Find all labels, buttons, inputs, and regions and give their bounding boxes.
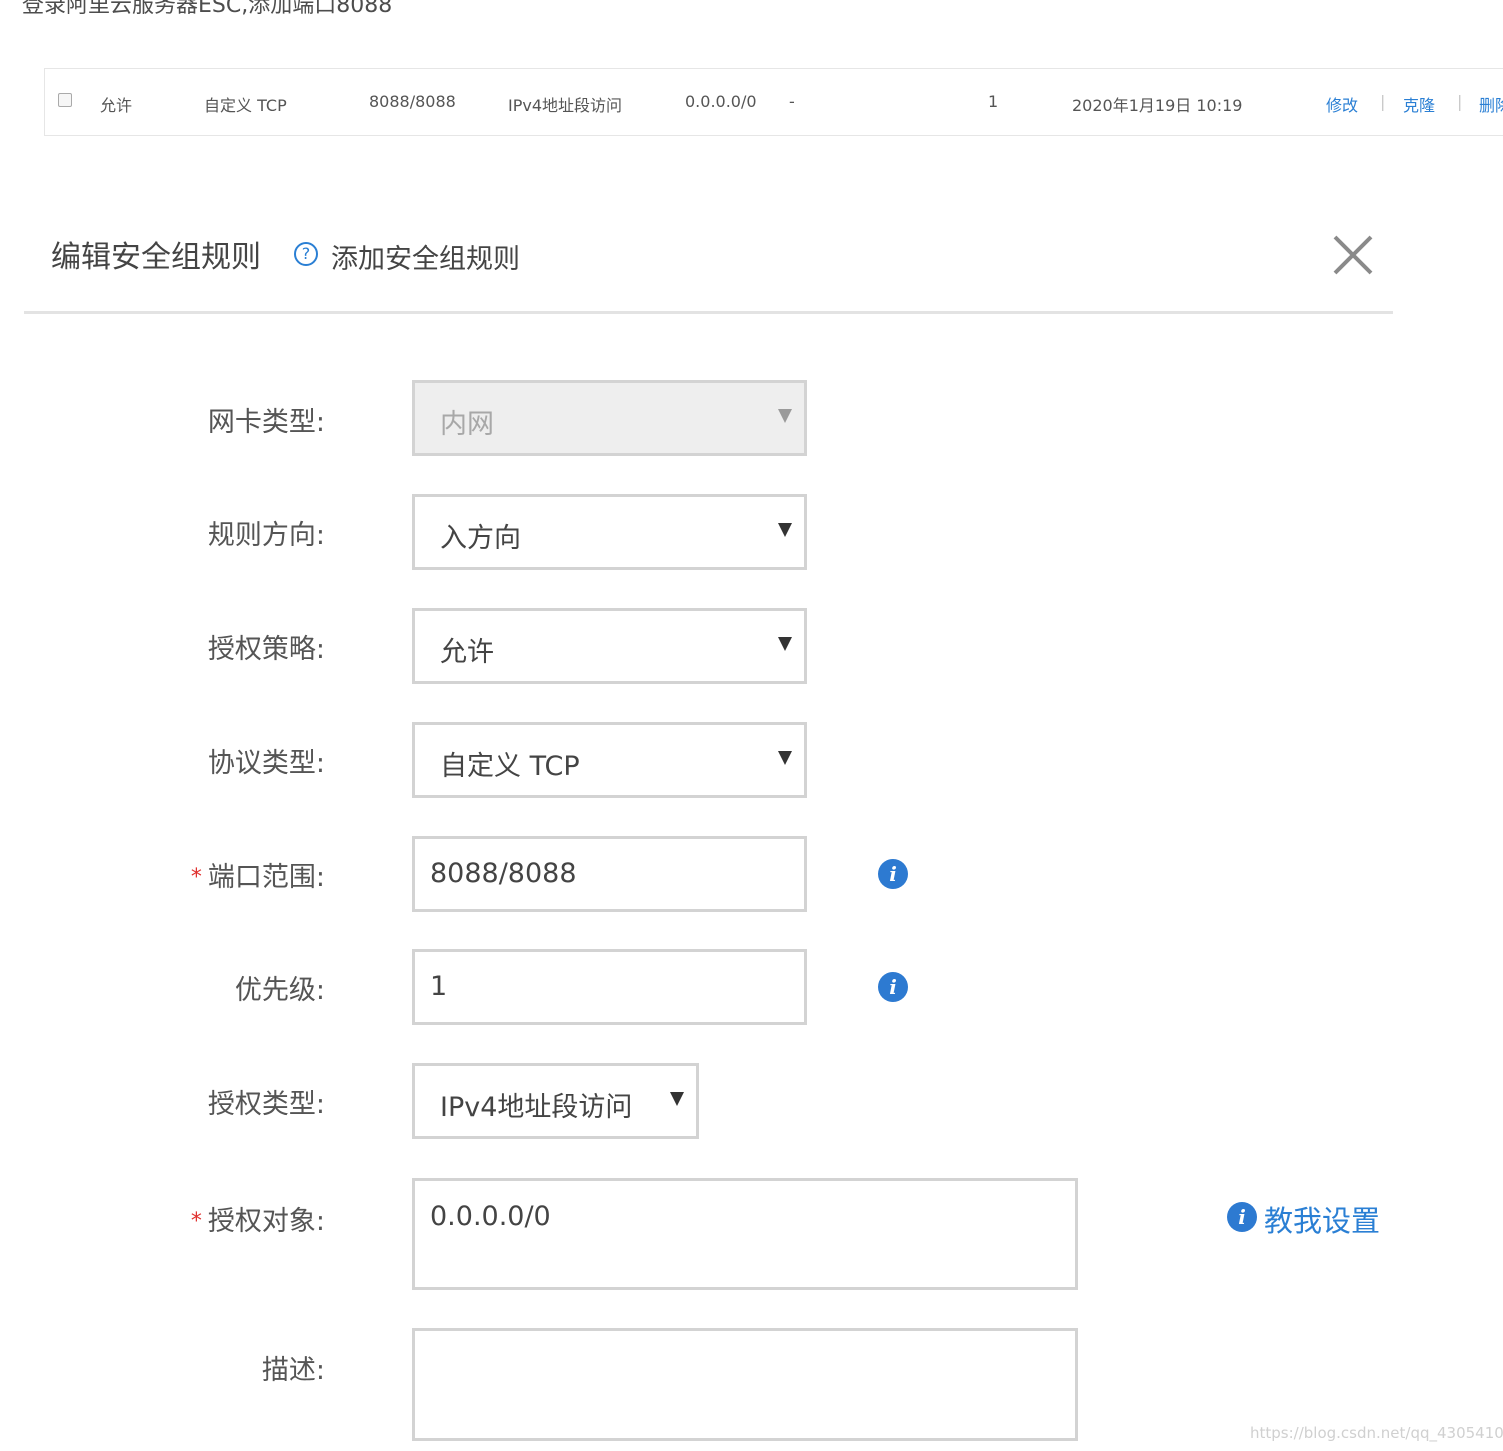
dialog-title: 编辑安全组规则	[51, 240, 261, 275]
table-row: 允许 自定义 TCP 8088/8088 IPv4地址段访问 0.0.0.0/0…	[44, 68, 1503, 136]
port-range-label-text: 端口范围:	[207, 862, 325, 893]
chevron-down-icon	[778, 523, 792, 537]
action-separator: |	[1457, 92, 1463, 111]
description-label: 描述:	[261, 1355, 325, 1386]
auth-type-label: 授权类型:	[207, 1089, 325, 1120]
page-caption: 登录阿里云服务器ESC,添加端口8088	[22, 0, 393, 18]
priority-label: 优先级:	[234, 975, 325, 1006]
direction-label: 规则方向:	[207, 520, 325, 551]
port-range-label: * 端口范围:	[145, 855, 325, 894]
port-range-input[interactable]: 8088/8088	[412, 836, 807, 912]
page: 登录阿里云服务器ESC,添加端口8088 允许 自定义 TCP 8088/808…	[0, 0, 1503, 1451]
auth-object-label: * 授权对象:	[145, 1199, 325, 1238]
auth-object-textarea[interactable]: 0.0.0.0/0	[412, 1178, 1078, 1290]
cell-auth-type: IPv4地址段访问	[508, 96, 623, 115]
action-separator: |	[1380, 92, 1386, 111]
direction-value: 入方向	[440, 523, 521, 554]
chevron-down-icon	[778, 409, 792, 423]
auth-object-label-text: 授权对象:	[207, 1206, 325, 1237]
watermark: https://blog.csdn.net/qq_43054104	[1250, 1424, 1503, 1442]
description-textarea[interactable]	[412, 1328, 1078, 1441]
cell-priority: 1	[988, 92, 999, 111]
nic-type-value: 内网	[440, 409, 494, 440]
chevron-down-icon	[778, 637, 792, 651]
cell-protocol: 自定义 TCP	[204, 96, 287, 115]
priority-value: 1	[430, 971, 448, 1002]
direction-select[interactable]: 入方向	[412, 494, 807, 570]
nic-type-select: 内网	[412, 380, 807, 456]
protocol-label: 协议类型:	[207, 748, 325, 779]
modify-link[interactable]: 修改	[1326, 92, 1358, 116]
cell-description: -	[789, 92, 795, 111]
nic-type-label: 网卡类型:	[207, 407, 325, 438]
cell-port-range: 8088/8088	[369, 92, 456, 111]
teach-me-link[interactable]: 教我设置	[1264, 1198, 1380, 1240]
help-icon[interactable]: ?	[294, 242, 318, 266]
info-icon[interactable]: i	[878, 972, 908, 1002]
auth-type-value: IPv4地址段访问	[440, 1092, 633, 1123]
chevron-down-icon	[778, 751, 792, 765]
cell-auth-object: 0.0.0.0/0	[685, 92, 757, 111]
required-mark: *	[190, 865, 202, 890]
chevron-down-icon	[670, 1092, 684, 1106]
header-divider	[24, 311, 1393, 314]
clone-link[interactable]: 克隆	[1403, 92, 1435, 116]
required-mark: *	[190, 1209, 202, 1234]
protocol-value: 自定义 TCP	[440, 751, 580, 782]
info-icon[interactable]: i	[878, 859, 908, 889]
delete-link[interactable]: 删除	[1479, 92, 1503, 116]
cell-policy: 允许	[100, 96, 133, 115]
protocol-select[interactable]: 自定义 TCP	[412, 722, 807, 798]
auth-object-value: 0.0.0.0/0	[430, 1201, 551, 1232]
dialog-subtitle: 添加安全组规则	[331, 244, 520, 275]
info-icon[interactable]: i	[1227, 1202, 1257, 1232]
port-range-value: 8088/8088	[430, 858, 577, 889]
auth-type-select[interactable]: IPv4地址段访问	[412, 1063, 699, 1139]
priority-input[interactable]: 1	[412, 949, 807, 1025]
policy-label: 授权策略:	[207, 634, 325, 665]
cell-created-at: 2020年1月19日 10:19	[1072, 96, 1243, 115]
close-icon[interactable]	[1332, 234, 1374, 276]
policy-select[interactable]: 允许	[412, 608, 807, 684]
policy-value: 允许	[440, 637, 494, 668]
row-checkbox[interactable]	[58, 93, 72, 107]
